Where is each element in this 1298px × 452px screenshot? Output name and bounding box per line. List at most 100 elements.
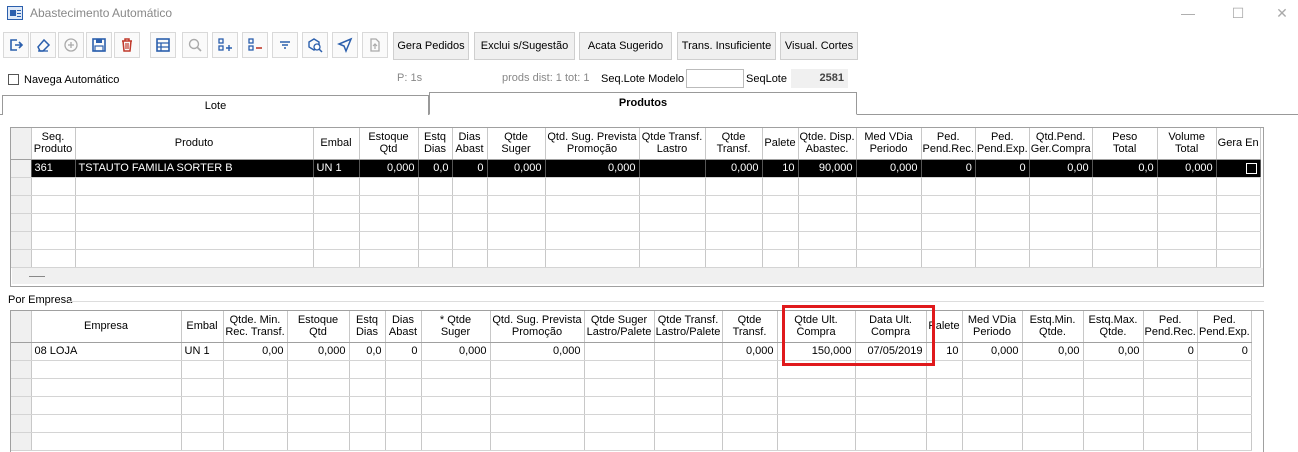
cell-ped-pend-rec[interactable] [1143,414,1198,433]
cell-empresa[interactable] [31,360,182,379]
row-indicator[interactable] [11,213,32,232]
cell-ped-pend-rec[interactable] [1143,378,1198,397]
cell-embal[interactable] [313,249,360,268]
cell-dias-abast[interactable] [452,213,488,232]
maximize-button[interactable]: ☐ [1216,3,1260,23]
cell-palete[interactable] [926,432,963,451]
table-row[interactable] [11,432,1252,451]
column-header-qtde-transf[interactable]: Qtde Transf. [722,311,778,343]
column-header-seq-produto[interactable]: Seq. Produto [31,128,76,160]
cell-data-ult-compra[interactable] [855,432,927,451]
table-row[interactable] [11,213,1261,232]
cell-qtde-disp-abastec[interactable]: 90,000 [798,159,857,178]
column-header-empresa[interactable]: Empresa [31,311,182,343]
cell-empresa[interactable] [31,378,182,397]
cell-qtde-suger[interactable] [487,231,546,250]
cell-estoque-qtd[interactable]: 0,000 [359,159,419,178]
cell-volume-total[interactable] [1157,249,1217,268]
cell-qtde-transf[interactable] [705,213,763,232]
cell-qtde-ult-compra[interactable] [777,396,856,415]
cell-seq-produto[interactable] [31,249,76,268]
cell-palete[interactable] [926,360,963,379]
cell-qtde-transf-lastro-palete[interactable] [654,342,723,361]
cell-med-vdia-periodo[interactable]: 0,000 [962,342,1023,361]
trans-insuficiente-button[interactable]: Trans. Insuficiente [677,32,776,60]
cell-ped-pend-exp[interactable]: 0 [975,159,1030,178]
cell-qtde-suger-lastro-palete[interactable] [584,378,655,397]
cell-qtde-suger[interactable] [487,177,546,196]
cell-estq-min-qtde[interactable] [1022,396,1084,415]
cell-peso-total[interactable] [1092,213,1158,232]
table-row[interactable] [11,414,1252,433]
column-header-qtde-ult-compra[interactable]: Qtde Ult. Compra [777,311,856,343]
cell-qtd-sug-prevista-promocao[interactable] [545,195,640,214]
cell-dias-abast[interactable]: 0 [452,159,488,178]
table-row[interactable] [11,177,1261,196]
cell-qtde-transf[interactable] [705,177,763,196]
cell-embal[interactable] [181,360,224,379]
cell-seq-produto[interactable] [31,177,76,196]
cell-estq-max-qtde[interactable]: 0,00 [1083,342,1144,361]
cell-seq-produto[interactable] [31,213,76,232]
cell-qtde-transf[interactable]: 0,000 [705,159,763,178]
cell-estq-dias[interactable] [349,360,386,379]
column-header-produto[interactable]: Produto [75,128,314,160]
column-header-qtde-suger[interactable]: Qtde Suger [487,128,546,160]
cell-ped-pend-rec[interactable] [921,177,976,196]
cell-peso-total[interactable] [1092,195,1158,214]
cell-gera-en[interactable] [1216,249,1261,268]
cell-ped-pend-exp[interactable] [975,177,1030,196]
cell-data-ult-compra[interactable] [855,414,927,433]
cell-qtd-pend-ger-compra[interactable] [1029,231,1093,250]
cell-ped-pend-rec[interactable] [1143,432,1198,451]
column-header-qtde-suger-lastro-palete[interactable]: Qtde Suger Lastro/Palete [584,311,655,343]
cell-ped-pend-exp[interactable] [1197,378,1252,397]
cell-med-vdia-periodo[interactable] [962,414,1023,433]
cell-ped-pend-exp[interactable] [975,195,1030,214]
exit-icon[interactable] [3,32,29,58]
cell-ped-pend-exp[interactable] [1197,360,1252,379]
column-header-peso-total[interactable]: Peso Total [1092,128,1158,160]
row-indicator[interactable] [11,177,32,196]
table-row[interactable] [11,396,1252,415]
cell-qtd-sug-prevista-promocao[interactable] [490,378,585,397]
cell-estoque-qtd[interactable] [287,378,350,397]
table-row[interactable] [11,195,1261,214]
cell-qtde-min-rec-transf[interactable] [223,378,288,397]
cell-seq-produto[interactable]: 361 [31,159,76,178]
tab-produtos[interactable]: Produtos [429,92,857,115]
cell-qtde-min-rec-transf[interactable]: 0,00 [223,342,288,361]
cell-empresa[interactable]: 08 LOJA [31,342,182,361]
column-header-estoque-qtd[interactable]: Estoque Qtd [359,128,419,160]
cell-palete[interactable] [926,378,963,397]
cell-palete[interactable] [926,396,963,415]
cell-dias-abast[interactable] [385,378,422,397]
cell-dias-abast[interactable] [385,360,422,379]
cell-med-vdia-periodo[interactable] [962,378,1023,397]
column-header-qtd-pend-ger-compra[interactable]: Qtd.Pend. Ger.Compra [1029,128,1093,160]
cell-estoque-qtd[interactable] [287,432,350,451]
add-row-icon[interactable] [212,32,238,58]
cell-qtde-ult-compra[interactable]: 150,000 [777,342,856,361]
tab-lote[interactable]: Lote [2,95,429,115]
cell-qtde-transf[interactable] [705,249,763,268]
cell-dias-abast[interactable] [385,432,422,451]
row-indicator[interactable] [11,396,32,415]
cell-qtde-suger[interactable]: 0,000 [421,342,491,361]
row-indicator[interactable] [11,249,32,268]
cell-qtde-transf[interactable] [722,432,778,451]
cell-med-vdia-periodo[interactable] [962,396,1023,415]
cell-embal[interactable] [181,378,224,397]
cell-med-vdia-periodo[interactable] [962,360,1023,379]
cell-qtde-transf-lastro[interactable] [639,213,706,232]
cell-peso-total[interactable]: 0,0 [1092,159,1158,178]
row-indicator[interactable] [11,231,32,250]
cell-estoque-qtd[interactable]: 0,000 [287,342,350,361]
cell-data-ult-compra[interactable]: 07/05/2019 [855,342,927,361]
table-row[interactable]: 08 LOJA UN 1 0,00 0,000 0,0 0 0,000 0,000 0,000 1… [11,342,1252,361]
cell-estq-max-qtde[interactable] [1083,378,1144,397]
cell-med-vdia-periodo[interactable]: 0,000 [856,159,922,178]
cell-qtd-sug-prevista-promocao[interactable]: 0,000 [490,342,585,361]
cell-qtde-disp-abastec[interactable] [798,231,857,250]
cell-volume-total[interactable] [1157,177,1217,196]
